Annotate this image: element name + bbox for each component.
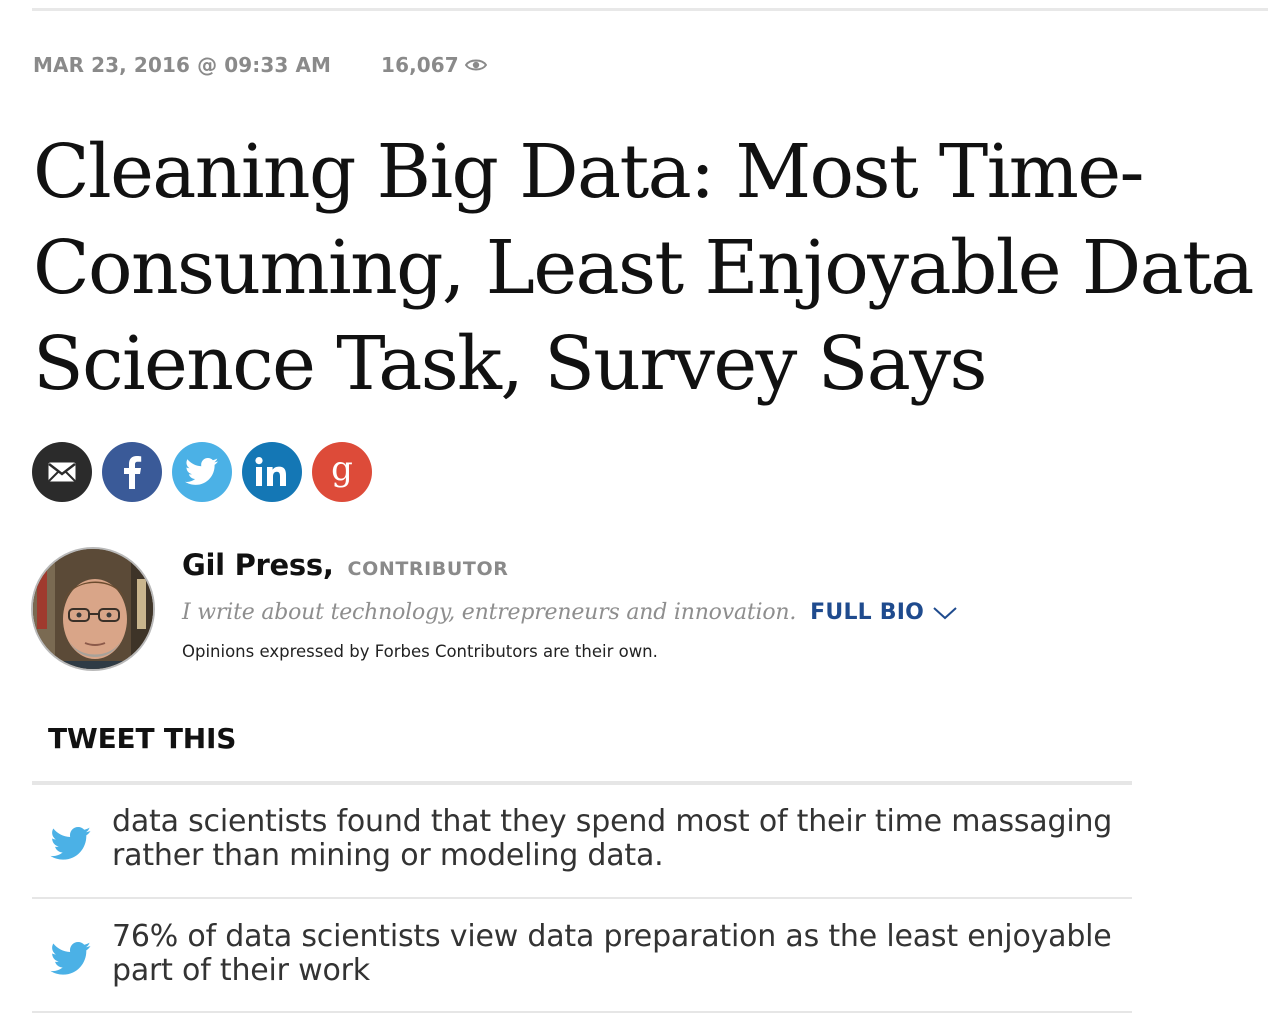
top-divider xyxy=(32,8,1268,11)
author-role: CONTRIBUTOR xyxy=(347,558,509,580)
twitter-icon xyxy=(50,827,91,860)
tweet-item-divider xyxy=(32,897,1132,899)
article-title: Cleaning Big Data: Most Time-Consuming, … xyxy=(33,129,1254,407)
publish-date: MAR 23, 2016 @ 09:33 AM xyxy=(33,53,332,77)
twitter-share-button[interactable] xyxy=(172,442,232,502)
view-count: 16,067 xyxy=(381,53,487,77)
author-bio: I write about technology, entrepreneurs … xyxy=(182,600,797,625)
eye-icon xyxy=(464,59,487,71)
linkedin-share-button[interactable] xyxy=(242,442,302,502)
tweet-quote-item[interactable]: 76% of data scientists view data prepara… xyxy=(32,920,1132,1000)
tweet-this-heading: TWEET THIS xyxy=(48,722,237,755)
author-byline: Gil Press, CONTRIBUTOR xyxy=(182,548,508,582)
chevron-down-icon xyxy=(933,606,957,619)
tweet-this-divider xyxy=(32,781,1132,785)
facebook-share-button[interactable] xyxy=(102,442,162,502)
email-icon xyxy=(48,462,76,482)
author-avatar[interactable] xyxy=(31,547,155,671)
email-share-button[interactable] xyxy=(32,442,92,502)
tweet-quote-text: 76% of data scientists view data prepara… xyxy=(112,919,1112,988)
author-name-link[interactable]: Gil Press, xyxy=(182,548,334,582)
full-bio-label: FULL BIO xyxy=(810,600,925,625)
twitter-icon xyxy=(185,458,219,485)
author-photo xyxy=(33,549,153,669)
view-count-value: 16,067 xyxy=(381,53,459,77)
contributor-disclaimer: Opinions expressed by Forbes Contributor… xyxy=(182,642,658,661)
author-bio-line: I write about technology, entrepreneurs … xyxy=(182,600,958,625)
share-bar: g xyxy=(32,442,372,502)
facebook-icon xyxy=(124,456,142,489)
linkedin-icon xyxy=(255,457,286,486)
google-plus-icon: g xyxy=(331,452,353,489)
google-plus-share-button[interactable]: g xyxy=(312,442,372,502)
tweet-quote-text: data scientists found that they spend mo… xyxy=(112,804,1113,873)
svg-text:g: g xyxy=(331,452,353,489)
article-meta: MAR 23, 2016 @ 09:33 AM 16,067 xyxy=(33,51,487,79)
twitter-icon xyxy=(50,942,91,975)
tweet-item-divider xyxy=(32,1011,1132,1013)
full-bio-button[interactable]: FULL BIO xyxy=(810,600,958,625)
tweet-quote-item[interactable]: data scientists found that they spend mo… xyxy=(32,805,1132,885)
